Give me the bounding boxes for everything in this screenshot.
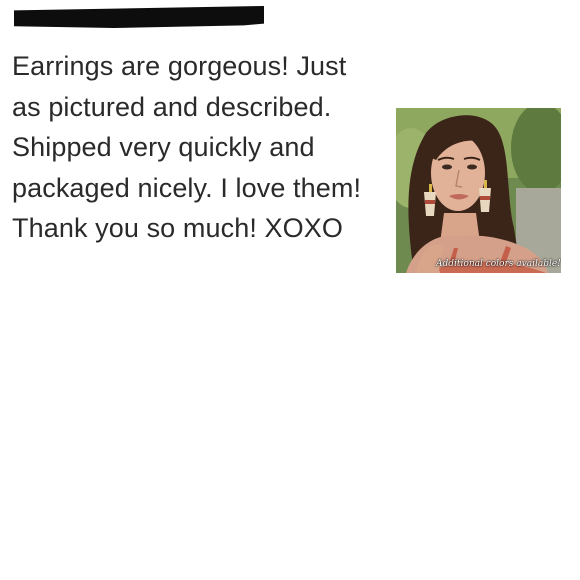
photo-caption: Additional colors available! [436, 259, 561, 269]
model-illustration [396, 108, 561, 273]
product-photo[interactable]: Additional colors available! [396, 108, 561, 273]
redacted-username [14, 6, 264, 28]
review-text: Earrings are gorgeous! Just as pictured … [12, 51, 362, 243]
